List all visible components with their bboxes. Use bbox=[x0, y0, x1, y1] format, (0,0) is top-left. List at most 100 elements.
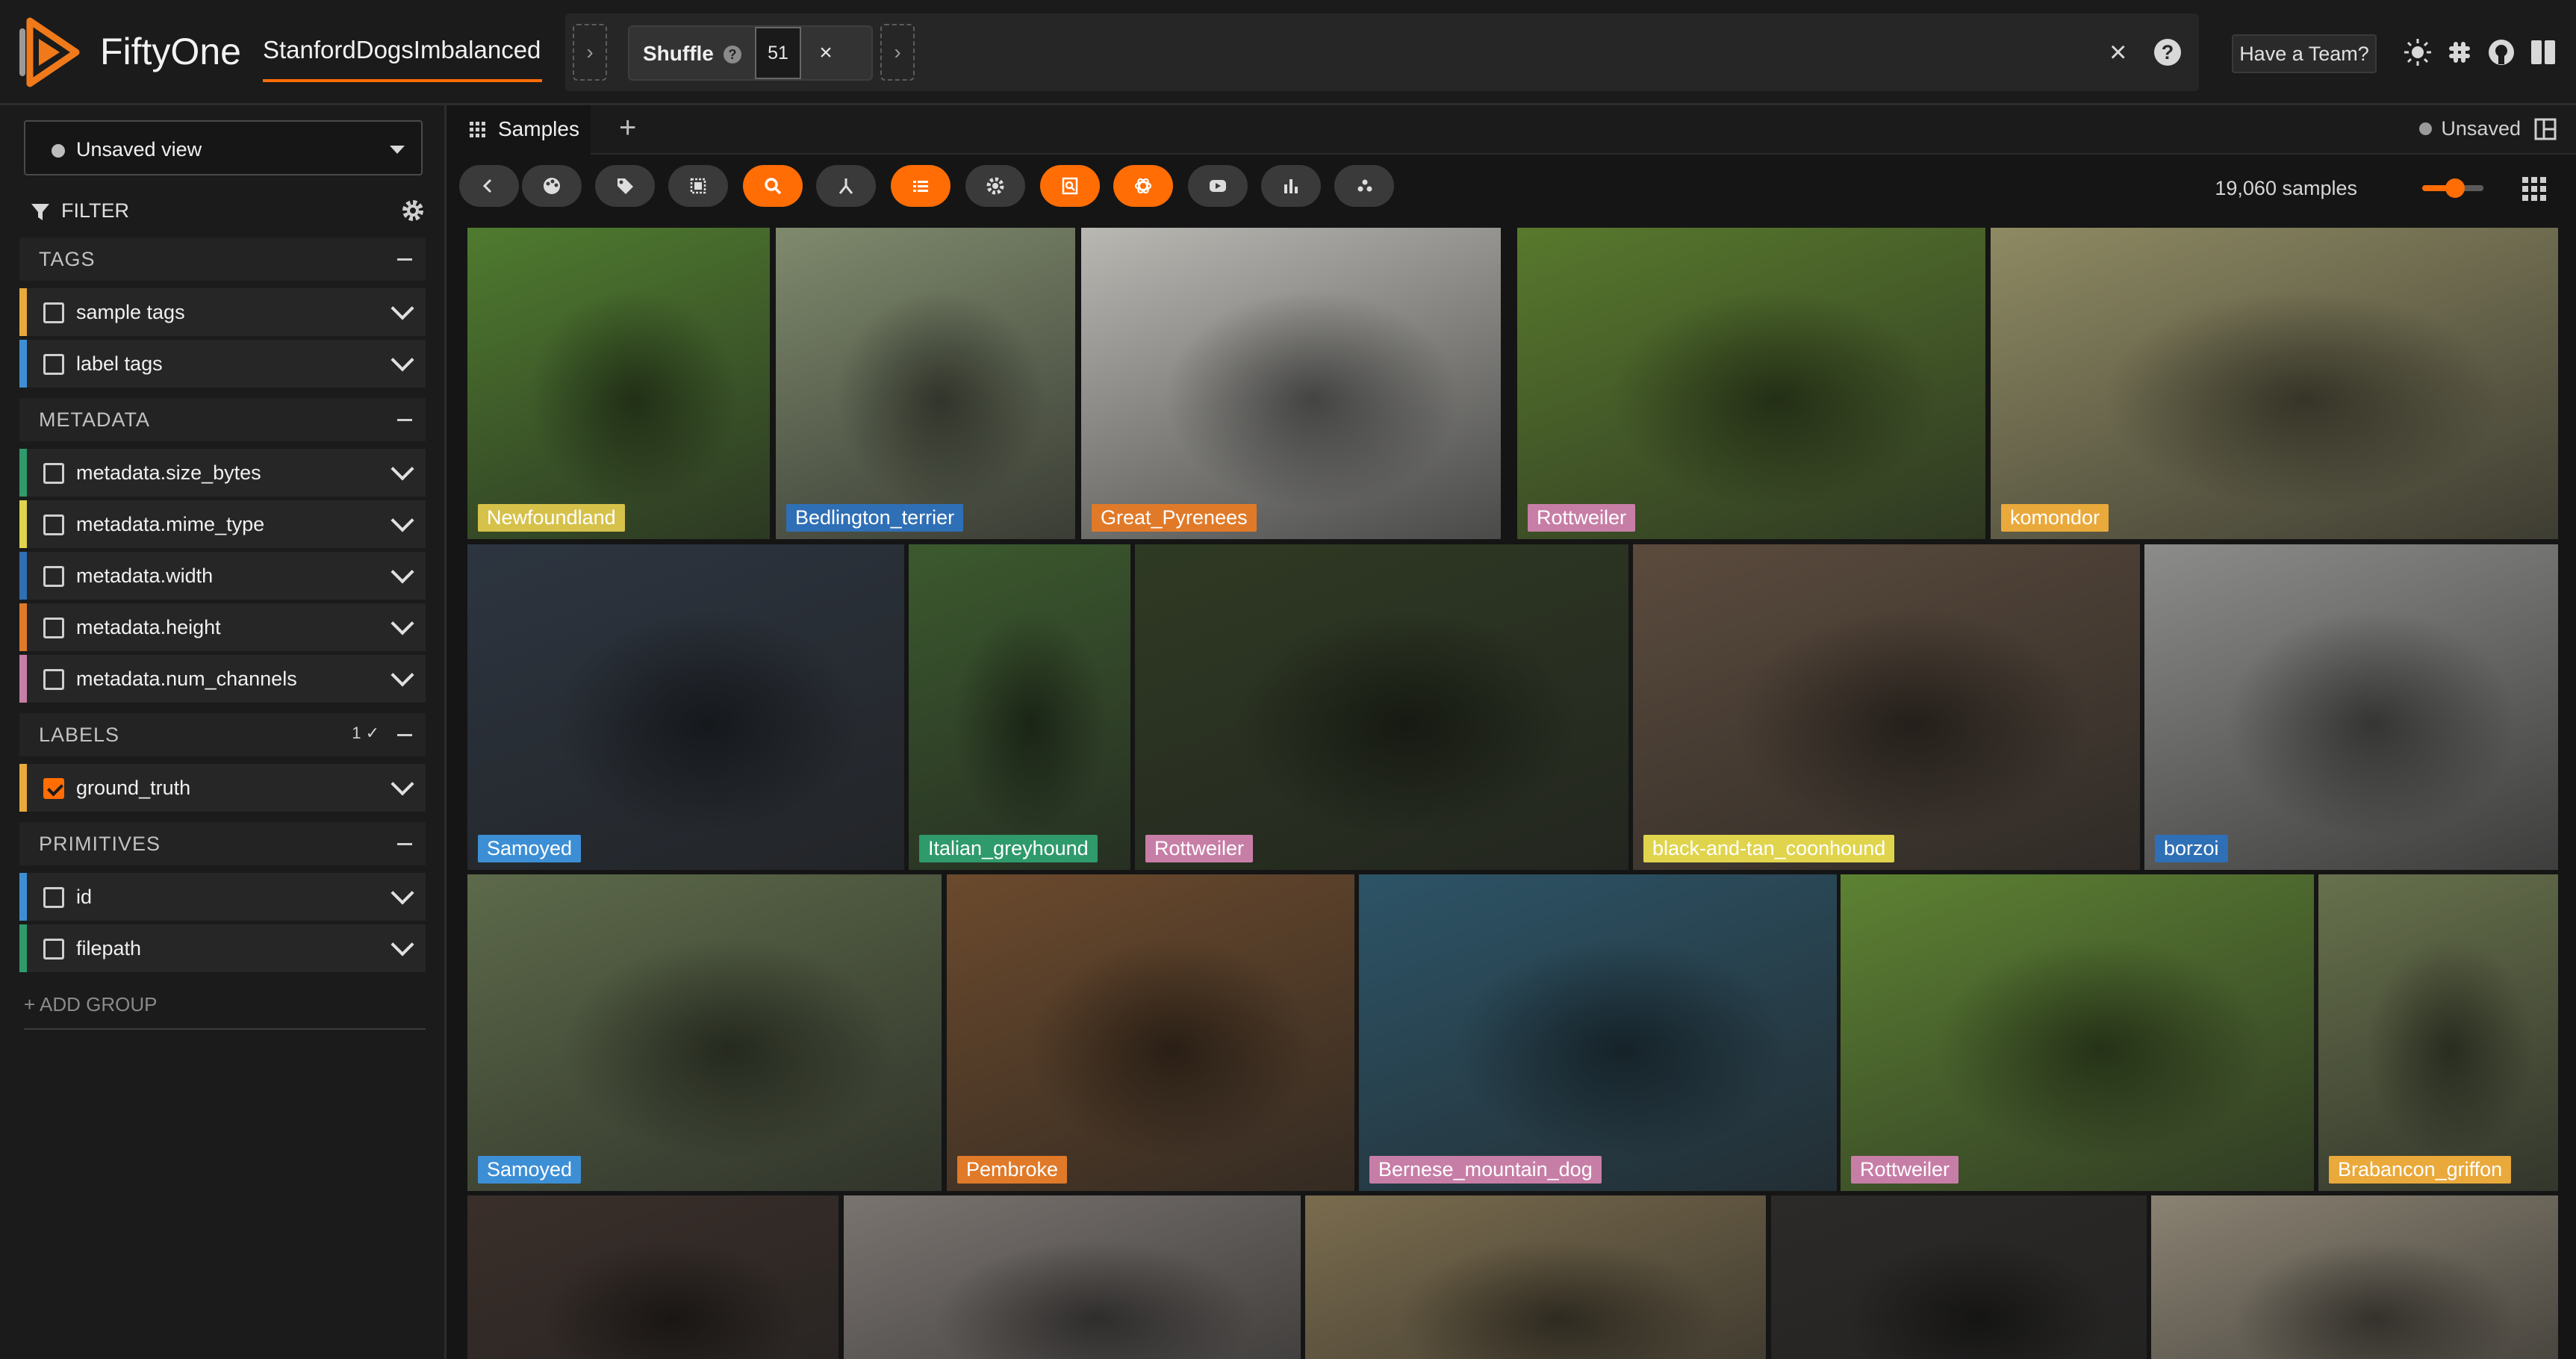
sample-tile[interactable]: Bedlington_terrier bbox=[776, 228, 1075, 539]
tag-button[interactable] bbox=[595, 165, 655, 207]
gear-button[interactable] bbox=[965, 165, 1025, 207]
gear-icon[interactable] bbox=[400, 198, 426, 223]
sample-tile[interactable] bbox=[1771, 1195, 2147, 1359]
layout-icon[interactable] bbox=[2534, 118, 2557, 140]
grid-zoom-slider[interactable] bbox=[2422, 177, 2483, 199]
add-group-button[interactable]: + ADD GROUP bbox=[24, 993, 426, 1030]
sample-tile[interactable] bbox=[1305, 1195, 1766, 1359]
collapse-icon[interactable] bbox=[397, 843, 412, 845]
group-primitives[interactable]: PRIMITIVES bbox=[19, 822, 426, 865]
sample-tile[interactable]: Pembroke bbox=[947, 874, 1354, 1191]
sample-tile[interactable]: Newfoundland bbox=[467, 228, 770, 539]
app-name[interactable]: FiftyOne bbox=[100, 30, 241, 73]
sample-tile[interactable]: Bernese_mountain_dog bbox=[1359, 874, 1837, 1191]
field-metadata-height[interactable]: metadata.height bbox=[19, 603, 426, 651]
field-label-tags[interactable]: label tags bbox=[19, 340, 426, 388]
field-filepath[interactable]: filepath bbox=[19, 924, 426, 972]
book-icon[interactable] bbox=[2527, 33, 2560, 72]
tab-samples[interactable]: Samples bbox=[449, 105, 591, 155]
chevron-down-icon[interactable] bbox=[391, 612, 414, 635]
sample-tile[interactable]: Italian_greyhound bbox=[909, 544, 1130, 870]
sample-image bbox=[909, 544, 1130, 870]
view-bar-add-stage[interactable]: › bbox=[880, 24, 915, 81]
field-checkbox[interactable] bbox=[43, 939, 64, 960]
sample-tile[interactable]: Samoyed bbox=[467, 874, 942, 1191]
search-button[interactable] bbox=[743, 165, 803, 207]
sort-button[interactable] bbox=[816, 165, 876, 207]
sample-tile[interactable]: Great_Pyrenees bbox=[1081, 228, 1501, 539]
list-button[interactable] bbox=[891, 165, 951, 207]
sample-tile[interactable]: Rottweiler bbox=[1135, 544, 1628, 870]
field-sample-tags[interactable]: sample tags bbox=[19, 288, 426, 336]
field-name: metadata.mime_type bbox=[76, 513, 265, 535]
field-id[interactable]: id bbox=[19, 873, 426, 921]
field-metadata-width[interactable]: metadata.width bbox=[19, 552, 426, 600]
collapse-icon[interactable] bbox=[397, 734, 412, 736]
have-a-team-button[interactable]: Have a Team? bbox=[2232, 34, 2377, 73]
chevron-down-icon[interactable] bbox=[391, 881, 414, 905]
field-checkbox[interactable] bbox=[43, 514, 64, 535]
view-bar-expand-left[interactable]: › bbox=[573, 24, 607, 81]
sample-tile[interactable]: Rottweiler bbox=[1841, 874, 2314, 1191]
field-checkbox[interactable] bbox=[43, 463, 64, 484]
group-labels[interactable]: LABELS 1 ✓ bbox=[19, 713, 426, 756]
ground-truth-label: Samoyed bbox=[478, 835, 582, 862]
chevron-down-icon[interactable] bbox=[391, 296, 414, 320]
field-checkbox[interactable] bbox=[43, 618, 64, 638]
sample-tile[interactable]: Samoyed bbox=[467, 544, 904, 870]
saved-view-select[interactable]: Unsaved view bbox=[24, 120, 423, 175]
clear-view-icon[interactable]: × bbox=[2109, 36, 2127, 69]
chevron-down-icon[interactable] bbox=[391, 663, 414, 687]
sample-tile[interactable]: Rottweiler bbox=[1517, 228, 1985, 539]
collapse-icon[interactable] bbox=[397, 258, 412, 261]
app-header: FiftyOne StanfordDogsImbalanced › Shuffl… bbox=[0, 0, 2576, 105]
chevron-down-icon[interactable] bbox=[391, 772, 414, 796]
video-button[interactable] bbox=[1188, 165, 1248, 207]
field-checkbox[interactable] bbox=[43, 354, 64, 375]
collapse-icon[interactable] bbox=[397, 419, 412, 421]
workspace-status[interactable]: Unsaved bbox=[2419, 117, 2557, 140]
add-panel-button[interactable]: + bbox=[619, 111, 636, 145]
field-metadata-num-channels[interactable]: metadata.num_channels bbox=[19, 655, 426, 703]
embeddings-button[interactable] bbox=[1334, 165, 1394, 207]
sample-tile[interactable]: black-and-tan_coonhound bbox=[1633, 544, 2140, 870]
field-ground-truth[interactable]: ground_truth bbox=[19, 764, 426, 812]
slack-icon[interactable] bbox=[2443, 33, 2476, 72]
sample-tile[interactable]: borzoi bbox=[2144, 544, 2558, 870]
field-checkbox-checked[interactable] bbox=[43, 778, 64, 799]
browse-button[interactable] bbox=[1040, 165, 1100, 207]
group-metadata[interactable]: METADATA bbox=[19, 398, 426, 441]
sample-tile[interactable]: komondor bbox=[1991, 228, 2558, 539]
group-tags[interactable]: TAGS bbox=[19, 237, 426, 281]
dataset-selector[interactable]: StanfordDogsImbalanced bbox=[263, 36, 542, 82]
field-checkbox[interactable] bbox=[43, 669, 64, 690]
field-checkbox[interactable] bbox=[43, 887, 64, 908]
chevron-down-icon[interactable] bbox=[391, 560, 414, 584]
grid-view-icon[interactable] bbox=[2519, 174, 2549, 204]
sun-icon[interactable] bbox=[2401, 33, 2434, 72]
chevron-down-icon[interactable] bbox=[391, 933, 414, 957]
fiftyone-logo[interactable] bbox=[16, 16, 84, 88]
github-icon[interactable] bbox=[2485, 33, 2518, 72]
view-stage-shuffle[interactable]: Shuffle ? 51 × bbox=[628, 25, 873, 81]
sample-tile[interactable]: Brabancon_griffon bbox=[2318, 874, 2558, 1191]
palette-button[interactable] bbox=[522, 165, 582, 207]
patches-button[interactable] bbox=[668, 165, 728, 207]
chevron-down-icon[interactable] bbox=[391, 457, 414, 481]
back-button[interactable] bbox=[459, 165, 519, 207]
stage-seed-input[interactable]: 51 bbox=[755, 27, 801, 79]
sample-tile[interactable] bbox=[844, 1195, 1301, 1359]
openai-button[interactable] bbox=[1113, 165, 1173, 207]
sample-tile[interactable] bbox=[2151, 1195, 2558, 1359]
help-icon[interactable]: ? bbox=[2154, 39, 2181, 66]
sample-tile[interactable] bbox=[467, 1195, 839, 1359]
chevron-down-icon[interactable] bbox=[391, 348, 414, 372]
bar-chart-button[interactable] bbox=[1261, 165, 1321, 207]
stage-remove-button[interactable]: × bbox=[804, 27, 847, 79]
field-checkbox[interactable] bbox=[43, 566, 64, 587]
field-metadata-mime-type[interactable]: metadata.mime_type bbox=[19, 500, 426, 548]
chevron-down-icon[interactable] bbox=[391, 509, 414, 532]
field-metadata-size-bytes[interactable]: metadata.size_bytes bbox=[19, 449, 426, 497]
field-checkbox[interactable] bbox=[43, 302, 64, 323]
stage-help-icon[interactable]: ? bbox=[724, 46, 741, 63]
